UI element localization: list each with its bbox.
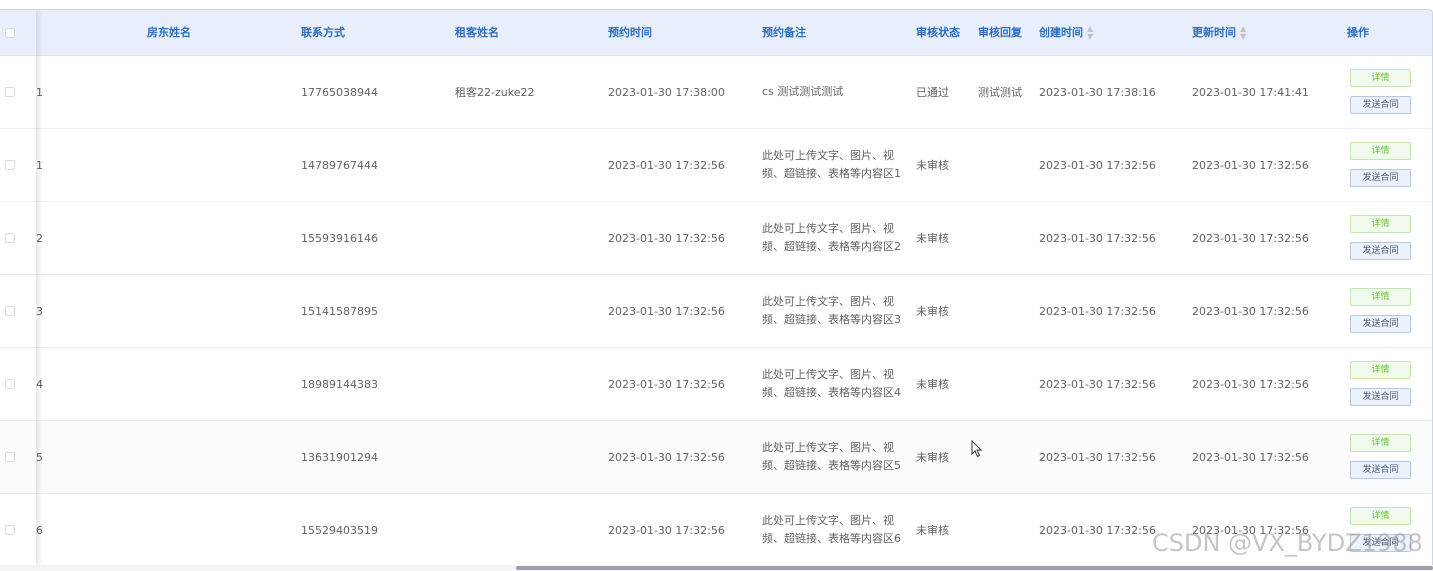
contact-cell: 18989144383 <box>301 377 378 391</box>
sort-caret-icon[interactable]: ▲ ▼ <box>1087 25 1093 41</box>
row-checkbox[interactable] <box>5 452 15 462</box>
appt-note-cell: 此处可上传文字、图片、视频、超链接、表格等内容区5 <box>762 441 901 472</box>
review-status-cell: 未审核 <box>916 305 949 318</box>
created-time-cell: 2023-01-30 17:32:56 <box>1039 304 1156 318</box>
updated-time-cell: 2023-01-30 17:32:56 <box>1192 231 1309 245</box>
appt-time-cell: 2023-01-30 17:32:56 <box>608 377 725 391</box>
col-created-time-label: 创建时间 <box>1039 26 1083 39</box>
row-checkbox[interactable] <box>5 379 15 389</box>
row-index: 1 <box>36 85 43 99</box>
appt-note-cell: 此处可上传文字、图片、视频、超链接、表格等内容区4 <box>762 368 901 399</box>
detail-button[interactable]: 详情 <box>1350 288 1411 306</box>
data-table: 房东姓名 联系方式 租客姓名 预约时间 预约备注 审核状态 审核回复 创建时间 ▲… <box>0 9 1433 566</box>
send-contract-button[interactable]: 发送合同 <box>1350 242 1411 260</box>
table-row: 5 13631901294 2023-01-30 17:32:56 此处可上传文字、图… <box>0 421 1432 494</box>
updated-time-cell: 2023-01-30 17:32:56 <box>1192 377 1309 391</box>
appt-note-cell: cs 测试测试测试 <box>762 85 844 98</box>
table-row: 4 18989144383 2023-01-30 17:32:56 此处可上传文字、图… <box>0 348 1432 421</box>
updated-time-cell: 2023-01-30 17:41:41 <box>1192 85 1309 99</box>
updated-time-cell: 2023-01-30 17:32:56 <box>1192 158 1309 172</box>
col-contact: 联系方式 <box>301 26 345 39</box>
appt-time-cell: 2023-01-30 17:32:56 <box>608 304 725 318</box>
select-all-checkbox[interactable] <box>5 28 15 38</box>
send-contract-button[interactable]: 发送合同 <box>1350 461 1411 479</box>
table-row: 1 17765038944 租客22-zuke22 2023-01-30 17:38:… <box>0 56 1432 129</box>
review-reply-cell: 测试测试 <box>978 86 1022 99</box>
detail-button[interactable]: 详情 <box>1350 215 1411 233</box>
col-review-status: 审核状态 <box>916 26 960 39</box>
contact-cell: 13631901294 <box>301 450 378 464</box>
contact-cell: 15141587895 <box>301 304 378 318</box>
updated-time-cell: 2023-01-30 17:32:56 <box>1192 304 1309 318</box>
row-checkbox[interactable] <box>5 306 15 316</box>
contact-cell: 15593916146 <box>301 231 378 245</box>
created-time-cell: 2023-01-30 17:32:56 <box>1039 231 1156 245</box>
appt-note-cell: 此处可上传文字、图片、视频、超链接、表格等内容区6 <box>762 514 901 545</box>
watermark: CSDN @VX_BYDZ1988 <box>1152 529 1423 557</box>
review-status-cell: 未审核 <box>916 232 949 245</box>
appt-time-cell: 2023-01-30 17:32:56 <box>608 523 725 537</box>
contact-cell: 17765038944 <box>301 85 378 99</box>
created-time-cell: 2023-01-30 17:32:56 <box>1039 158 1156 172</box>
row-checkbox[interactable] <box>5 87 15 97</box>
send-contract-button[interactable]: 发送合同 <box>1350 388 1411 406</box>
row-checkbox[interactable] <box>5 160 15 170</box>
col-created-time[interactable]: 创建时间 ▲ ▼ <box>1039 10 1093 55</box>
appt-note-cell: 此处可上传文字、图片、视频、超链接、表格等内容区2 <box>762 222 901 253</box>
created-time-cell: 2023-01-30 17:32:56 <box>1039 377 1156 391</box>
appt-note-cell: 此处可上传文字、图片、视频、超链接、表格等内容区1 <box>762 149 901 180</box>
col-appt-time: 预约时间 <box>608 26 652 39</box>
col-actions: 操作 <box>1347 26 1369 39</box>
col-updated-time[interactable]: 更新时间 ▲ ▼ <box>1192 10 1246 55</box>
table-row: 3 15141587895 2023-01-30 17:32:56 此处可上传文字、图… <box>0 275 1432 348</box>
row-index: 1 <box>36 158 43 172</box>
send-contract-button[interactable]: 发送合同 <box>1350 96 1411 114</box>
detail-button[interactable]: 详情 <box>1350 142 1411 160</box>
sort-caret-icon[interactable]: ▲ ▼ <box>1240 25 1246 41</box>
col-review-reply: 审核回复 <box>978 26 1022 39</box>
mouse-cursor-icon <box>971 440 983 458</box>
review-status-cell: 未审核 <box>916 451 949 464</box>
appt-time-cell: 2023-01-30 17:32:56 <box>608 158 725 172</box>
appt-time-cell: 2023-01-30 17:38:00 <box>608 85 725 99</box>
created-time-cell: 2023-01-30 17:32:56 <box>1039 450 1156 464</box>
detail-button[interactable]: 详情 <box>1350 361 1411 379</box>
col-landlord-name: 房东姓名 <box>147 26 191 39</box>
review-status-cell: 未审核 <box>916 524 949 537</box>
created-time-cell: 2023-01-30 17:32:56 <box>1039 523 1156 537</box>
review-status-cell: 未审核 <box>916 378 949 391</box>
created-time-cell: 2023-01-30 17:38:16 <box>1039 85 1156 99</box>
contact-cell: 14789767444 <box>301 158 378 172</box>
appt-time-cell: 2023-01-30 17:32:56 <box>608 231 725 245</box>
table-row: 2 15593916146 2023-01-30 17:32:56 此处可上传文字、图… <box>0 202 1432 275</box>
horizontal-scrollbar-thumb[interactable] <box>516 566 1433 570</box>
review-status-cell: 未审核 <box>916 159 949 172</box>
send-contract-button[interactable]: 发送合同 <box>1350 315 1411 333</box>
row-index: 5 <box>36 450 43 464</box>
detail-button[interactable]: 详情 <box>1350 434 1411 452</box>
updated-time-cell: 2023-01-30 17:32:56 <box>1192 450 1309 464</box>
row-index: 4 <box>36 377 43 391</box>
col-tenant-name: 租客姓名 <box>455 26 499 39</box>
detail-button[interactable]: 详情 <box>1350 507 1411 525</box>
row-checkbox[interactable] <box>5 233 15 243</box>
table-header: 房东姓名 联系方式 租客姓名 预约时间 预约备注 审核状态 审核回复 创建时间 ▲… <box>0 10 1432 56</box>
row-index: 6 <box>36 523 43 537</box>
send-contract-button[interactable]: 发送合同 <box>1350 169 1411 187</box>
row-index: 2 <box>36 231 43 245</box>
detail-button[interactable]: 详情 <box>1350 69 1411 87</box>
tenant-name-cell: 租客22-zuke22 <box>455 86 535 99</box>
row-checkbox[interactable] <box>5 525 15 535</box>
contact-cell: 15529403519 <box>301 523 378 537</box>
col-appt-note: 预约备注 <box>762 26 806 39</box>
review-status-cell: 已通过 <box>916 86 949 99</box>
col-updated-time-label: 更新时间 <box>1192 26 1236 39</box>
table-row: 1 14789767444 2023-01-30 17:32:56 此处可上传文字、图… <box>0 129 1432 202</box>
appt-time-cell: 2023-01-30 17:32:56 <box>608 450 725 464</box>
appt-note-cell: 此处可上传文字、图片、视频、超链接、表格等内容区3 <box>762 295 901 326</box>
row-index: 3 <box>36 304 43 318</box>
